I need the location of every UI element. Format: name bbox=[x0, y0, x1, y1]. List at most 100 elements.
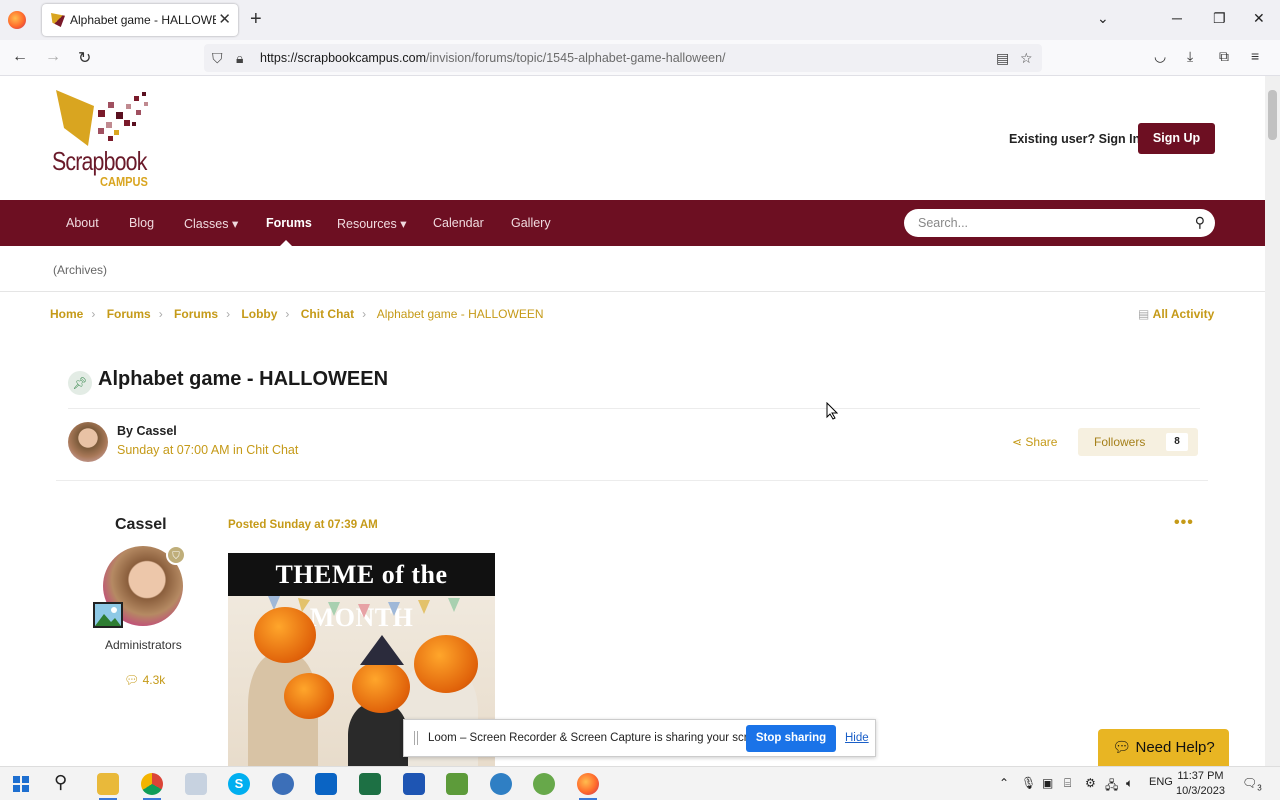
stop-sharing-button[interactable]: Stop sharing bbox=[746, 725, 836, 752]
reload-icon[interactable]: ↻ bbox=[78, 48, 91, 68]
followers-label: Followers bbox=[1094, 435, 1146, 449]
paintshop-icon[interactable] bbox=[272, 773, 294, 795]
breadcrumb-separator-icon: › bbox=[226, 307, 231, 321]
app-icon[interactable] bbox=[533, 773, 555, 795]
all-activity-link[interactable]: ▤ All Activity bbox=[1138, 307, 1214, 321]
bookmark-star-icon[interactable]: ☆ bbox=[1020, 50, 1033, 67]
excel-icon[interactable] bbox=[359, 773, 381, 795]
site-logo[interactable]: Scrapbook CAMPUS bbox=[52, 88, 162, 189]
share-button[interactable]: ⋖ Share bbox=[1012, 435, 1057, 449]
nav-item-classes[interactable]: Classes ▾ bbox=[184, 216, 238, 231]
notifications-icon[interactable]: 🗨︎3 bbox=[1242, 776, 1262, 792]
word-icon[interactable] bbox=[403, 773, 425, 795]
nav-item-blog[interactable]: Blog bbox=[129, 216, 154, 230]
breadcrumb-lobby[interactable]: Lobby bbox=[241, 307, 277, 321]
page-scrollbar[interactable] bbox=[1265, 76, 1280, 766]
chat-icon: 💬︎ bbox=[1112, 739, 1136, 756]
firefox-icon[interactable] bbox=[8, 11, 26, 29]
url-text[interactable]: https://scrapbookcampus.com/invision/for… bbox=[260, 51, 726, 65]
nav-item-resources[interactable]: Resources ▾ bbox=[337, 216, 407, 231]
restore-icon[interactable]: ❐ bbox=[1213, 10, 1226, 27]
app-icon[interactable] bbox=[446, 773, 468, 795]
minimize-icon[interactable]: ─ bbox=[1172, 10, 1182, 26]
search-icon[interactable]: ⚲ bbox=[1195, 214, 1205, 231]
skype-icon[interactable]: S bbox=[228, 773, 250, 795]
divider bbox=[56, 480, 1208, 481]
drag-handle-icon[interactable] bbox=[414, 731, 418, 745]
tab-close-icon[interactable]: ✕ bbox=[218, 10, 231, 28]
nav-item-forums[interactable]: Forums bbox=[266, 216, 312, 230]
sign-in-link[interactable]: Existing user? Sign In bbox=[1009, 132, 1140, 146]
notification-count: 3 bbox=[1257, 783, 1262, 793]
url-bar[interactable]: ⛉ 🔒︎ https://scrapbookcampus.com/invisio… bbox=[204, 44, 1042, 72]
scrollbar-thumb[interactable] bbox=[1268, 90, 1277, 140]
usb-icon[interactable]: ⌸ bbox=[1064, 776, 1071, 791]
witch-hat-icon bbox=[360, 635, 404, 665]
nav-item-gallery[interactable]: Gallery bbox=[511, 216, 551, 230]
author-role: Administrators bbox=[105, 638, 182, 652]
sign-up-button[interactable]: Sign Up bbox=[1138, 123, 1215, 154]
search-input[interactable]: Search... ⚲ bbox=[904, 209, 1215, 237]
lock-icon[interactable]: 🔒︎ bbox=[236, 50, 243, 67]
breadcrumb-forums[interactable]: Forums bbox=[107, 307, 151, 321]
divider bbox=[68, 408, 1200, 409]
file-explorer-icon[interactable] bbox=[97, 773, 119, 795]
forward-icon[interactable]: → bbox=[45, 48, 61, 66]
subnav-archives[interactable]: (Archives) bbox=[53, 263, 107, 277]
more-options-icon[interactable]: ••• bbox=[1174, 514, 1194, 532]
post-count[interactable]: 💬︎ 4.3k bbox=[124, 673, 165, 687]
menu-icon[interactable]: ≡ bbox=[1251, 48, 1259, 64]
tab-favicon-icon bbox=[51, 13, 65, 27]
share-message: Loom – Screen Recorder & Screen Capture … bbox=[428, 732, 770, 744]
browser-tab[interactable]: Alphabet game - HALLOWEEN ✕ bbox=[42, 4, 238, 36]
breadcrumb-separator-icon: › bbox=[158, 307, 163, 321]
network-icon[interactable]: 🖧︎ bbox=[1105, 776, 1118, 797]
extensions-icon[interactable]: ⧉ bbox=[1219, 48, 1229, 65]
comment-icon: 💬︎ bbox=[124, 673, 143, 687]
nav-item-calendar[interactable]: Calendar bbox=[433, 216, 484, 230]
nav-item-about[interactable]: About bbox=[66, 216, 99, 230]
chrome-icon[interactable] bbox=[141, 773, 163, 795]
outlook-icon[interactable] bbox=[315, 773, 337, 795]
windows-start-icon[interactable] bbox=[13, 776, 29, 792]
paintshop-icon[interactable] bbox=[490, 773, 512, 795]
new-tab-icon[interactable]: + bbox=[250, 8, 262, 31]
app-icon[interactable] bbox=[185, 773, 207, 795]
reader-view-icon[interactable]: ▤ bbox=[996, 50, 1009, 67]
need-help-button[interactable]: 💬︎ Need Help? bbox=[1098, 729, 1229, 766]
pumpkin-icon bbox=[352, 661, 410, 713]
author-avatar[interactable] bbox=[68, 422, 108, 462]
tray-app-icon[interactable]: ⚙ bbox=[1085, 776, 1096, 790]
topic-author[interactable]: By Cassel bbox=[117, 424, 177, 438]
clock-date: 10/3/2023 bbox=[1176, 785, 1225, 797]
tray-app-icon[interactable]: ▣ bbox=[1042, 776, 1053, 790]
list-tabs-icon[interactable]: ⌄ bbox=[1097, 10, 1109, 27]
language-indicator[interactable]: ENG bbox=[1149, 776, 1173, 788]
clock[interactable]: 11:37 PM 10/3/2023 bbox=[1176, 769, 1225, 799]
breadcrumb-separator-icon: › bbox=[362, 307, 367, 321]
post-date[interactable]: Posted Sunday at 07:39 AM bbox=[228, 519, 378, 531]
close-window-icon[interactable]: ✕ bbox=[1253, 10, 1265, 27]
breadcrumb-home[interactable]: Home bbox=[50, 307, 83, 321]
breadcrumb-forums-2[interactable]: Forums bbox=[174, 307, 218, 321]
post-author-name[interactable]: Cassel bbox=[115, 516, 167, 534]
sub-nav: (Archives) bbox=[0, 246, 1265, 292]
page-content: Scrapbook CAMPUS Existing user? Sign In … bbox=[0, 76, 1265, 766]
pinned-icon: 📌︎ bbox=[68, 371, 92, 395]
firefox-taskbar-icon[interactable] bbox=[577, 773, 599, 795]
download-icon[interactable]: ⤓ bbox=[1187, 48, 1193, 65]
shield-icon[interactable]: ⛉ bbox=[212, 50, 223, 67]
breadcrumb-chit-chat[interactable]: Chit Chat bbox=[301, 307, 354, 321]
topic-date[interactable]: Sunday at 07:00 AM in Chit Chat bbox=[117, 443, 298, 457]
breadcrumb-separator-icon: › bbox=[285, 307, 290, 321]
followers-button[interactable]: Followers 8 bbox=[1078, 428, 1198, 456]
back-icon[interactable]: ← bbox=[12, 48, 28, 66]
page-title: Alphabet game - HALLOWEEN bbox=[98, 368, 389, 390]
hide-link[interactable]: Hide bbox=[845, 732, 869, 744]
pocket-icon[interactable]: ◡ bbox=[1154, 48, 1166, 65]
volume-icon[interactable]: 🔈︎ bbox=[1126, 776, 1133, 791]
tray-expand-icon[interactable]: ⌃ bbox=[999, 776, 1009, 790]
rank-picture-icon bbox=[93, 602, 123, 628]
search-taskbar-icon[interactable]: ⚲ bbox=[54, 772, 67, 793]
microphone-icon[interactable]: 🎙︎ bbox=[1021, 776, 1036, 790]
